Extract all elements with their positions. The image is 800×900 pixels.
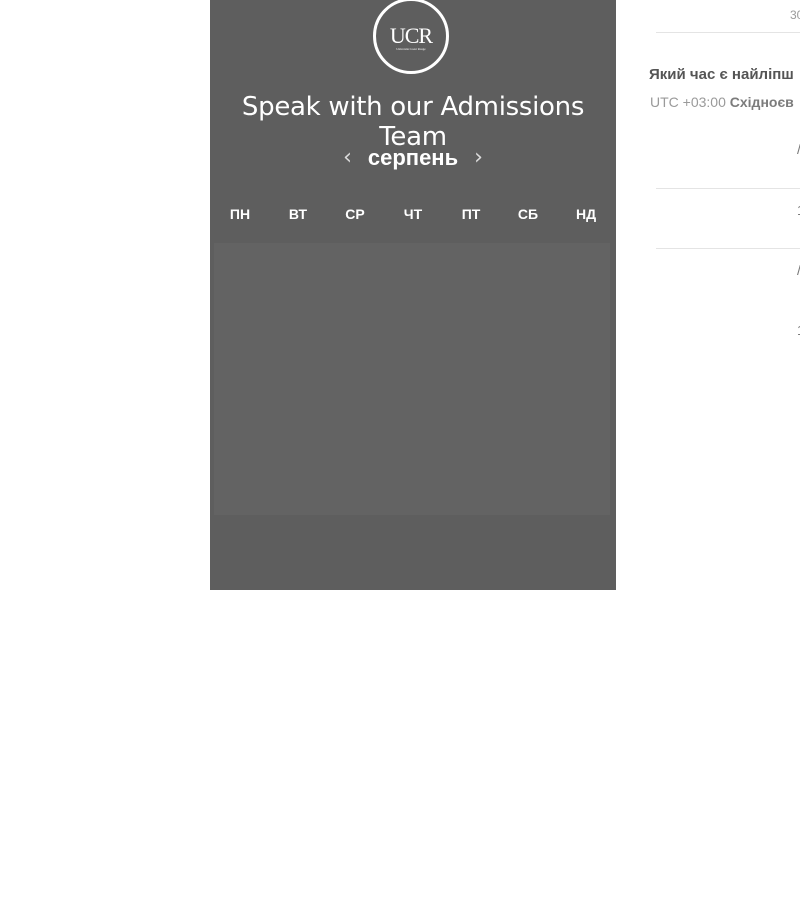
time-question: Який час є найліпш	[649, 66, 794, 83]
weekday-header: ПН ВТ СР ЧТ ПТ СБ НД	[210, 200, 616, 228]
top-number: 30	[790, 8, 800, 22]
weekday-wed: СР	[345, 206, 365, 222]
logo-subtext: Universite Coeur Rouge	[396, 47, 426, 51]
logo-text: UCR	[389, 23, 433, 48]
ucr-logo: UCR Universite Coeur Rouge	[373, 0, 449, 74]
weekday-sat: СБ	[517, 206, 539, 222]
divider	[656, 188, 800, 189]
timezone-label[interactable]: UTC +03:00 Східноєв	[650, 94, 794, 110]
weekday-fri: ПТ	[461, 206, 481, 222]
calendar-days-grid	[214, 243, 610, 515]
booking-panel: UCR Universite Coeur Rouge Speak with ou…	[210, 0, 616, 590]
month-navigator: ‹ серпень ›	[210, 140, 616, 176]
month-label: серпень	[367, 145, 459, 170]
timezone-name: Східноєв	[729, 94, 794, 110]
divider	[656, 248, 800, 249]
weekday-thu: ЧТ	[403, 206, 423, 222]
chevron-left-icon[interactable]: ‹	[333, 147, 362, 169]
weekday-tue: ВТ	[288, 206, 308, 222]
divider	[656, 32, 800, 33]
chevron-right-icon[interactable]: ›	[464, 147, 493, 169]
weekday-mon: ПН	[229, 206, 251, 222]
weekday-sun: НД	[575, 206, 597, 222]
timezone-offset: UTC +03:00	[650, 94, 726, 110]
